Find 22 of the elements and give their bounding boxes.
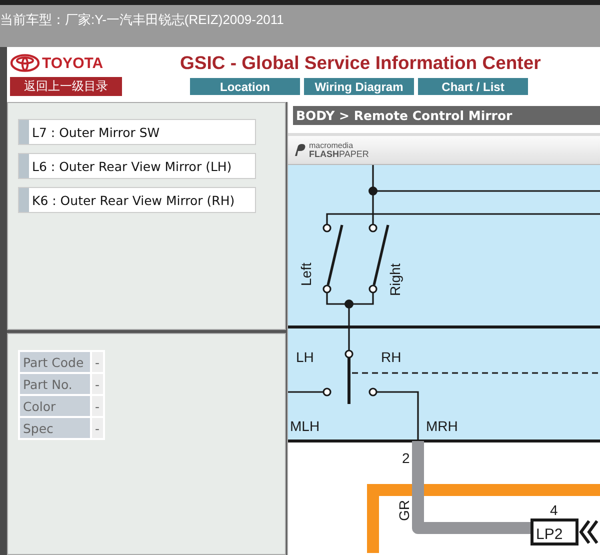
part-info-value: -: [92, 374, 103, 394]
back-button[interactable]: 返回上一级目录: [10, 77, 122, 96]
wiring-diagram: Left Right LH RH MLH MRH 2 GR 4 LP2: [288, 165, 600, 553]
brand-logo-text: TOYOTA: [42, 54, 104, 72]
part-info-value: -: [92, 396, 103, 416]
connector-list-item[interactable]: L6 : Outer Rear View Mirror (LH): [18, 153, 256, 179]
flashpaper-logo: macromedia FLASHPAPER: [293, 142, 369, 158]
connector-list-item[interactable]: L7 : Outer Mirror SW: [18, 119, 256, 145]
part-info-label: Part No.: [20, 374, 90, 394]
part-info-label: Spec: [20, 418, 90, 438]
nav-button[interactable]: Chart / List: [418, 78, 528, 95]
part-info-label: Color: [20, 396, 90, 416]
breadcrumb-bar: BODY > Remote Control Mirror: [293, 106, 600, 125]
part-info-value: -: [92, 418, 103, 438]
toyota-emblem-icon: [10, 54, 40, 72]
part-info-value: -: [92, 352, 103, 372]
nav-button[interactable]: Wiring Diagram: [304, 78, 414, 95]
nav-button[interactable]: Location: [190, 78, 300, 95]
part-info-label: Part Code: [20, 352, 90, 372]
connector-list-item[interactable]: K6 : Outer Rear View Mirror (RH): [18, 187, 256, 213]
page-title: GSIC - Global Service Information Center: [180, 52, 541, 74]
vehicle-model-label: 当前车型：厂家:Y-一汽丰田锐志(REIZ)2009-2011: [0, 12, 284, 27]
